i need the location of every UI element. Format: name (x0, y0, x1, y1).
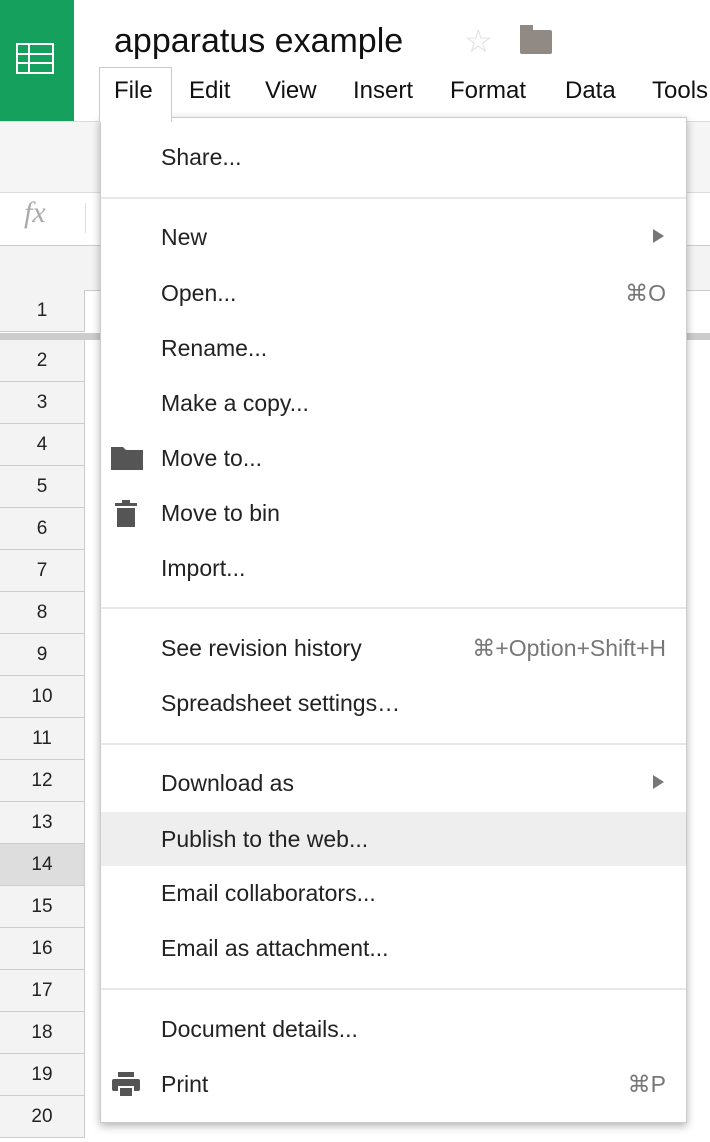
shortcut: ⌘+Option+Shift+H (472, 635, 666, 661)
shortcut: ⌘O (625, 280, 666, 306)
row-header[interactable]: 4 (0, 424, 85, 466)
menu-item-revision-history[interactable]: See revision history ⌘+Option+Shift+H (101, 621, 686, 675)
submenu-arrow-icon (653, 229, 664, 243)
row-header[interactable]: 17 (0, 970, 85, 1012)
menu-item-document-details[interactable]: Document details... (101, 1002, 686, 1056)
label: See revision history (161, 635, 362, 661)
menu-item-open[interactable]: Open... ⌘O (101, 266, 686, 320)
label: Move to bin (161, 500, 280, 526)
label: Publish to the web... (161, 826, 369, 852)
separator (101, 607, 686, 609)
row-header[interactable]: 20 (0, 1096, 85, 1138)
label: Email collaborators... (161, 880, 376, 906)
menu-item-email-collaborators[interactable]: Email collaborators... (101, 866, 686, 920)
row-header[interactable]: 6 (0, 508, 85, 550)
label: Spreadsheet settings… (161, 690, 401, 716)
menu-item-make-copy[interactable]: Make a copy... (101, 376, 686, 430)
row-header[interactable]: 2 (0, 340, 85, 382)
label: Email as attachment... (161, 935, 389, 961)
folder-icon (111, 444, 143, 472)
label: Rename... (161, 335, 268, 361)
document-title[interactable]: apparatus example (114, 22, 403, 61)
divider (85, 203, 86, 233)
menu-item-email-attachment[interactable]: Email as attachment... (101, 921, 686, 975)
row-header[interactable]: 14 (0, 844, 85, 886)
menu-item-new[interactable]: New (101, 210, 686, 264)
separator (101, 197, 686, 199)
menu-insert[interactable]: Insert (353, 77, 413, 105)
row-header[interactable]: 19 (0, 1054, 85, 1096)
row-header[interactable]: 11 (0, 718, 85, 760)
row-header[interactable]: 12 (0, 760, 85, 802)
menu-item-import[interactable]: Import... (101, 541, 686, 595)
fx-icon: fx (24, 196, 46, 229)
label: Move to... (161, 445, 262, 471)
submenu-arrow-icon (653, 775, 664, 789)
menu-data[interactable]: Data (565, 77, 616, 105)
row-header[interactable]: 13 (0, 802, 85, 844)
menu-item-rename[interactable]: Rename... (101, 321, 686, 375)
menu-format[interactable]: Format (450, 77, 526, 105)
label: Share... (161, 144, 242, 170)
menu-item-spreadsheet-settings[interactable]: Spreadsheet settings… (101, 676, 686, 730)
label: Download as (161, 770, 294, 796)
row-header[interactable]: 8 (0, 592, 85, 634)
menu-item-move-to-bin[interactable]: Move to bin (101, 486, 686, 540)
label: New (161, 224, 208, 250)
folder-icon[interactable] (520, 25, 552, 54)
label: Make a copy... (161, 390, 309, 416)
trash-icon (111, 499, 141, 527)
menu-view[interactable]: View (265, 77, 317, 105)
label: Import... (161, 555, 246, 581)
row-header[interactable]: 18 (0, 1012, 85, 1054)
menu-tools[interactable]: Tools (652, 77, 708, 105)
sheets-logo[interactable] (0, 0, 74, 121)
row-header[interactable]: 15 (0, 886, 85, 928)
menu-item-download-as[interactable]: Download as (101, 756, 686, 810)
label: Open... (161, 280, 237, 306)
label: Document details... (161, 1016, 358, 1042)
row-header[interactable]: 9 (0, 634, 85, 676)
row-header[interactable]: 3 (0, 382, 85, 424)
row-header[interactable]: 10 (0, 676, 85, 718)
row-header[interactable]: 16 (0, 928, 85, 970)
row-header[interactable]: 5 (0, 466, 85, 508)
label: Print (161, 1071, 209, 1097)
menu-item-move-to[interactable]: Move to... (101, 431, 686, 485)
separator (101, 743, 686, 745)
file-menu: Share... New Open... ⌘O Rename... Make a … (100, 117, 687, 1123)
printer-icon (111, 1070, 141, 1098)
separator (101, 988, 686, 990)
menu-file[interactable]: File (114, 77, 153, 105)
shortcut: ⌘P (627, 1071, 666, 1097)
menu-item-share[interactable]: Share... (101, 130, 686, 184)
menu-edit[interactable]: Edit (189, 77, 230, 105)
star-icon[interactable]: ☆ (464, 22, 493, 60)
row-header[interactable]: 1 (0, 290, 85, 332)
sheets-grid-icon (16, 43, 54, 74)
menu-item-print[interactable]: Print ⌘P (101, 1057, 686, 1111)
row-header[interactable]: 7 (0, 550, 85, 592)
menu-item-publish[interactable]: Publish to the web... (101, 812, 686, 866)
